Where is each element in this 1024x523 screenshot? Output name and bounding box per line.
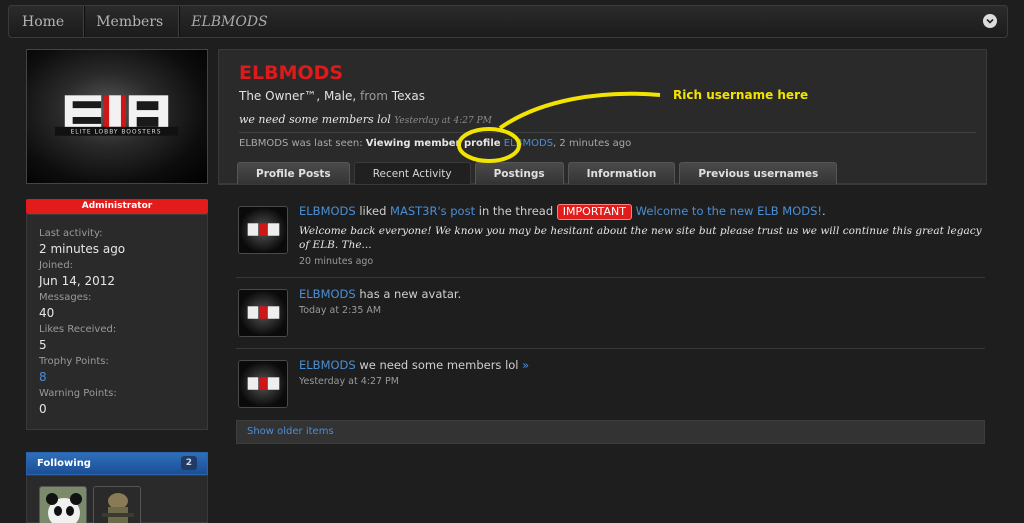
activity-avatar[interactable] — [238, 360, 288, 408]
activity-avatar[interactable] — [238, 206, 288, 254]
chevron-down-icon — [986, 18, 994, 24]
jump-menu-button[interactable] — [983, 14, 997, 28]
breadcrumb-home[interactable]: Home — [9, 6, 85, 37]
activity-time[interactable]: 20 minutes ago — [299, 256, 985, 267]
from-label: from — [360, 89, 388, 103]
status-message: we need some members lol Yesterday at 4:… — [239, 113, 492, 126]
activity-user-link[interactable]: ELBMODS — [299, 287, 356, 301]
profile-tabs: Profile Posts Recent Activity Postings I… — [237, 162, 841, 184]
activity-thread-link[interactable]: Welcome to the new ELB MODS! — [636, 204, 822, 218]
stat-label-last-activity: Last activity: — [39, 228, 103, 239]
activity-text: ELBMODS liked MAST3R's post in the threa… — [299, 204, 985, 267]
stat-value-joined: Jun 14, 2012 — [39, 274, 116, 288]
stat-label-warning: Warning Points: — [39, 388, 117, 399]
tab-information[interactable]: Information — [567, 162, 676, 184]
user-location[interactable]: Texas — [392, 89, 425, 103]
last-seen-time: , 2 minutes ago — [553, 138, 632, 149]
thread-prefix-badge[interactable]: IMPORTANT — [556, 204, 633, 220]
breadcrumb-members[interactable]: Members — [82, 6, 180, 37]
last-seen: ELBMODS was last seen: Viewing member pr… — [239, 138, 631, 149]
user-title-text: The Owner™, Male, — [239, 89, 357, 103]
following-header[interactable]: Following 2 — [26, 452, 208, 475]
activity-separator — [236, 348, 985, 349]
panda-icon — [40, 487, 86, 523]
following-label: Following — [37, 458, 91, 469]
activity-verb: we need some members lol — [359, 358, 519, 372]
svg-text:ELITE LOBBY BOOSTERS: ELITE LOBBY BOOSTERS — [71, 130, 162, 136]
activity-end: . — [822, 204, 826, 218]
elb-logo-icon — [239, 361, 287, 407]
stat-value-last-activity: 2 minutes ago — [39, 242, 126, 256]
stat-label-trophy: Trophy Points: — [39, 356, 109, 367]
profile-username: ELBMODS — [239, 62, 344, 84]
activity-target-link[interactable]: MAST3R's post — [390, 204, 475, 218]
following-avatar-soldier[interactable] — [93, 486, 141, 523]
last-seen-action: Viewing member profile — [365, 138, 501, 149]
user-title: The Owner™, Male, from Texas — [239, 89, 425, 103]
elb-logo-icon — [239, 207, 287, 253]
status-text: we need some members lol — [239, 113, 391, 126]
annotation-text: Rich username here — [673, 88, 809, 102]
stat-value-trophy[interactable]: 8 — [39, 368, 195, 387]
activity-user-link[interactable]: ELBMODS — [299, 204, 356, 218]
activity-time[interactable]: Today at 2:35 AM — [299, 305, 985, 316]
activity-middle: in the thread — [478, 204, 554, 218]
activity-text: ELBMODS we need some members lol » Yeste… — [299, 358, 985, 387]
activity-text: ELBMODS has a new avatar. Today at 2:35 … — [299, 287, 985, 316]
activity-view-arrow[interactable]: » — [522, 358, 529, 372]
tab-postings[interactable]: Postings — [474, 162, 564, 184]
profile-avatar[interactable]: ELITE LOBBY BOOSTERS — [26, 49, 208, 184]
member-stats: Last activity: 2 minutes ago Joined: Jun… — [26, 214, 208, 430]
activity-verb: liked — [359, 204, 387, 218]
show-older-items-link[interactable]: Show older items — [236, 420, 985, 444]
following-count: 2 — [180, 456, 197, 470]
activity-verb: has a new avatar. — [359, 287, 462, 301]
activity-time[interactable]: Yesterday at 4:27 PM — [299, 376, 985, 387]
activity-avatar[interactable] — [238, 289, 288, 337]
following-list — [26, 475, 208, 523]
last-seen-link[interactable]: ELBMODS — [504, 138, 553, 149]
last-seen-prefix: ELBMODS was last seen: — [239, 138, 363, 149]
list-item: ELBMODS has a new avatar. Today at 2:35 … — [236, 279, 985, 347]
tab-profile-posts[interactable]: Profile Posts — [237, 162, 350, 184]
soldier-icon — [94, 487, 140, 523]
following-avatar-panda[interactable] — [39, 486, 87, 523]
status-time[interactable]: Yesterday at 4:27 PM — [394, 116, 492, 126]
stat-value-likes: 5 — [39, 338, 47, 352]
elb-logo-icon: ELITE LOBBY BOOSTERS — [54, 95, 179, 136]
stat-label-messages: Messages: — [39, 292, 92, 303]
breadcrumb-current[interactable]: ELBMODS — [177, 6, 281, 37]
stat-value-messages: 40 — [39, 306, 55, 320]
tab-previous-usernames[interactable]: Previous usernames — [679, 162, 838, 184]
activity-separator — [236, 277, 985, 278]
list-item: ELBMODS we need some members lol » Yeste… — [236, 350, 985, 418]
list-item: ELBMODS liked MAST3R's post in the threa… — [236, 196, 985, 276]
stat-label-likes: Likes Received: — [39, 324, 117, 335]
activity-user-link[interactable]: ELBMODS — [299, 358, 356, 372]
role-banner: Administrator — [26, 199, 208, 214]
header-divider — [239, 132, 976, 133]
stat-label-joined: Joined: — [39, 260, 74, 271]
tab-recent-activity[interactable]: Recent Activity — [353, 162, 471, 184]
elb-logo-icon — [239, 290, 287, 336]
tab-underline — [218, 184, 987, 185]
breadcrumb: Home Members ELBMODS — [8, 5, 1008, 38]
activity-excerpt: Welcome back everyone! We know you may b… — [299, 225, 982, 251]
stat-value-warning: 0 — [39, 402, 47, 416]
